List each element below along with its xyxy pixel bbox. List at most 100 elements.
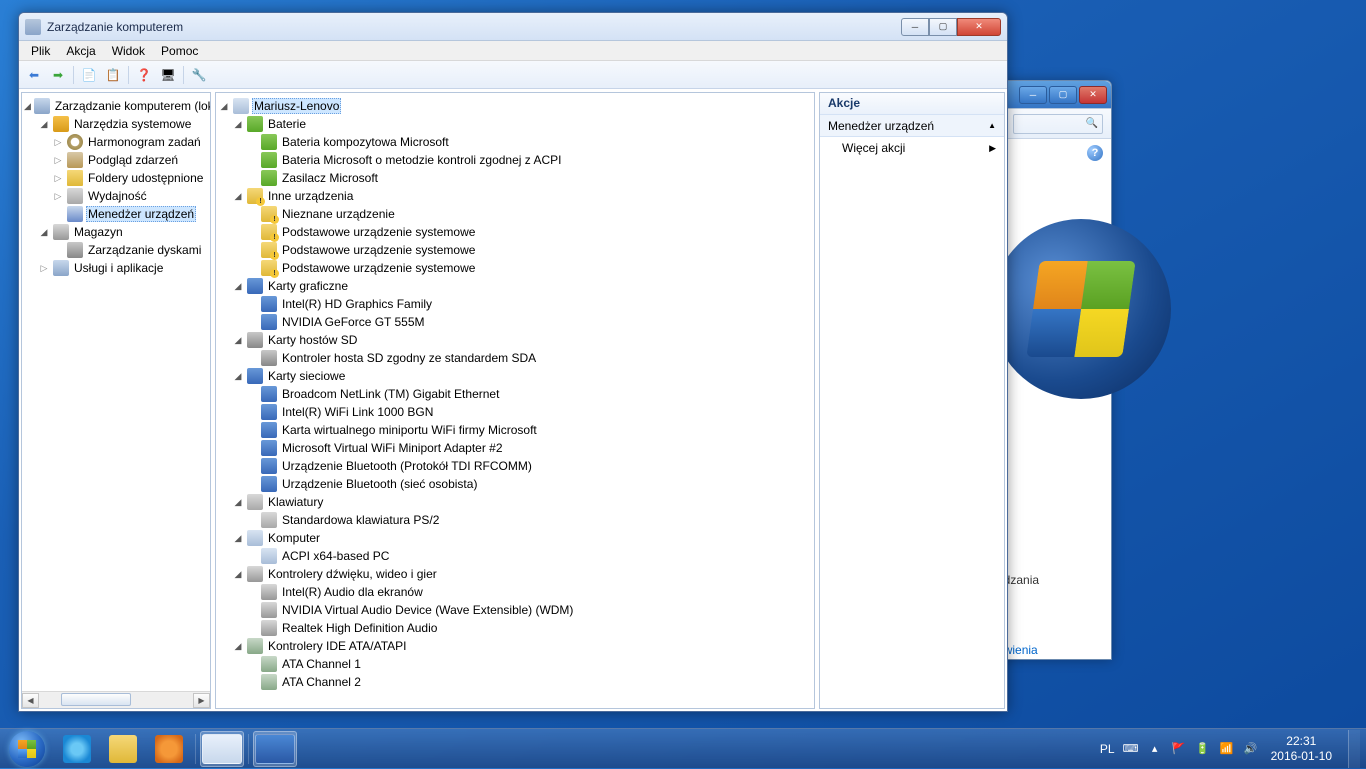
device-item[interactable]: Microsoft Virtual WiFi Miniport Adapter … <box>218 439 812 457</box>
compmgmt-icon <box>202 734 242 764</box>
taskbar[interactable]: PL ⌨ ▴ 🚩 🔋 📶 🔊 22:31 2016-01-10 <box>0 728 1366 768</box>
cat-other-devices[interactable]: Inne urządzenia <box>218 187 812 205</box>
window-titlebar[interactable]: Zarządzanie komputerem ─ ▢ ✕ <box>19 13 1007 41</box>
tree-event-viewer[interactable]: Podgląd zdarzeń <box>24 151 208 169</box>
device-item[interactable]: NVIDIA GeForce GT 555M <box>218 313 812 331</box>
device-item[interactable]: Bateria Microsoft o metodzie kontroli zg… <box>218 151 812 169</box>
cat-ide[interactable]: Kontrolery IDE ATA/ATAPI <box>218 637 812 655</box>
cat-keyboards[interactable]: Klawiatury <box>218 493 812 511</box>
actions-section-label: Menedżer urządzeń <box>828 119 934 133</box>
action-center-icon[interactable]: 🚩 <box>1171 741 1187 757</box>
device-item[interactable]: Podstawowe urządzenie systemowe <box>218 241 812 259</box>
window-title: Zarządzanie komputerem <box>47 20 901 34</box>
actions-more[interactable]: Więcej akcji ▶ <box>820 137 1004 159</box>
device-item[interactable]: Urządzenie Bluetooth (Protokół TDI RFCOM… <box>218 457 812 475</box>
console-tree-pane: Zarządzanie komputerem (lokalny) Narzędz… <box>21 92 211 709</box>
help-icon[interactable]: ? <box>1087 145 1103 161</box>
hscroll-right-button[interactable]: ▶ <box>193 693 210 708</box>
device-item[interactable]: Realtek High Definition Audio <box>218 619 812 637</box>
hscroll-left-button[interactable]: ◀ <box>22 693 39 708</box>
bg-close-button[interactable]: ✕ <box>1079 86 1107 104</box>
device-item[interactable]: Kontroler hosta SD zgodny ze standardem … <box>218 349 812 367</box>
taskbar-explorer[interactable] <box>101 731 145 767</box>
cat-audio[interactable]: Kontrolery dźwięku, wideo i gier <box>218 565 812 583</box>
taskbar-clock[interactable]: 22:31 2016-01-10 <box>1267 734 1336 764</box>
actions-header: Akcje <box>820 93 1004 115</box>
start-orb-icon <box>9 731 45 767</box>
actions-section[interactable]: Menedżer urządzeń ▲ <box>820 115 1004 137</box>
taskbar-wmp[interactable] <box>147 731 191 767</box>
start-button[interactable] <box>0 729 54 769</box>
device-item[interactable]: ATA Channel 1 <box>218 655 812 673</box>
up-button[interactable]: 📄 <box>78 64 100 86</box>
properties-button[interactable]: 📋 <box>102 64 124 86</box>
show-desktop-button[interactable] <box>1348 730 1360 768</box>
bg-search-box[interactable]: 🔍 <box>1013 114 1103 134</box>
left-pane-hscrollbar[interactable]: ◀ ▶ <box>22 691 210 708</box>
tree-root[interactable]: Zarządzanie komputerem (lokalny) <box>24 97 208 115</box>
tree-performance[interactable]: Wydajność <box>24 187 208 205</box>
device-item[interactable]: Intel(R) Audio dla ekranów <box>218 583 812 601</box>
device-item[interactable]: ATA Channel 2 <box>218 673 812 691</box>
device-item[interactable]: Broadcom NetLink (TM) Gigabit Ethernet <box>218 385 812 403</box>
control-panel-icon <box>255 734 295 764</box>
device-item[interactable]: ACPI x64-based PC <box>218 547 812 565</box>
cat-network-adapters[interactable]: Karty sieciowe <box>218 367 812 385</box>
device-item[interactable]: Podstawowe urządzenie systemowe <box>218 259 812 277</box>
minimize-button[interactable]: ─ <box>901 18 929 36</box>
tree-services-apps[interactable]: Usługi i aplikacje <box>24 259 208 277</box>
taskbar-ie[interactable] <box>55 731 99 767</box>
device-tree[interactable]: Mariusz-Lenovo Baterie Bateria kompozyto… <box>216 93 814 708</box>
tree-system-tools[interactable]: Narzędzia systemowe <box>24 115 208 133</box>
device-item[interactable]: Zasilacz Microsoft <box>218 169 812 187</box>
menu-bar: Plik Akcja Widok Pomoc <box>19 41 1007 61</box>
device-root[interactable]: Mariusz-Lenovo <box>218 97 812 115</box>
view-button[interactable]: 🖥 <box>157 64 179 86</box>
device-item[interactable]: Intel(R) HD Graphics Family <box>218 295 812 313</box>
close-button[interactable]: ✕ <box>957 18 1001 36</box>
device-item[interactable]: Bateria kompozytowa Microsoft <box>218 133 812 151</box>
clock-date: 2016-01-10 <box>1271 749 1332 764</box>
back-button[interactable]: ⬅ <box>23 64 45 86</box>
hscroll-thumb[interactable] <box>61 693 131 706</box>
cat-batteries[interactable]: Baterie <box>218 115 812 133</box>
tray-chevron-icon[interactable]: ▴ <box>1147 741 1163 757</box>
refresh-button[interactable]: 🔧 <box>188 64 210 86</box>
device-item[interactable]: Podstawowe urządzenie systemowe <box>218 223 812 241</box>
volume-tray-icon[interactable]: 🔊 <box>1243 741 1259 757</box>
device-item[interactable]: Urządzenie Bluetooth (sieć osobista) <box>218 475 812 493</box>
tree-shared-folders[interactable]: Foldery udostępnione <box>24 169 208 187</box>
language-indicator[interactable]: PL <box>1100 742 1115 756</box>
bg-maximize-button[interactable]: ▢ <box>1049 86 1077 104</box>
taskbar-control-panel[interactable] <box>253 731 297 767</box>
cat-computer[interactable]: Komputer <box>218 529 812 547</box>
forward-button[interactable]: ➡ <box>47 64 69 86</box>
device-item[interactable]: Karta wirtualnego miniportu WiFi firmy M… <box>218 421 812 439</box>
device-item[interactable]: NVIDIA Virtual Audio Device (Wave Extens… <box>218 601 812 619</box>
console-tree[interactable]: Zarządzanie komputerem (lokalny) Narzędz… <box>22 93 210 691</box>
cat-display-adapters[interactable]: Karty graficzne <box>218 277 812 295</box>
device-item[interactable]: Intel(R) WiFi Link 1000 BGN <box>218 403 812 421</box>
menu-file[interactable]: Plik <box>23 42 58 60</box>
network-tray-icon[interactable]: 📶 <box>1219 741 1235 757</box>
device-item[interactable]: Standardowa klawiatura PS/2 <box>218 511 812 529</box>
menu-action[interactable]: Akcja <box>58 42 103 60</box>
tree-device-manager[interactable]: Menedżer urządzeń <box>24 205 208 223</box>
help-button[interactable]: ❓ <box>133 64 155 86</box>
cat-sd-hosts[interactable]: Karty hostów SD <box>218 331 812 349</box>
clock-time: 22:31 <box>1271 734 1332 749</box>
tree-storage[interactable]: Magazyn <box>24 223 208 241</box>
app-icon <box>25 19 41 35</box>
tree-disk-management[interactable]: Zarządzanie dyskami <box>24 241 208 259</box>
maximize-button[interactable]: ▢ <box>929 18 957 36</box>
device-item[interactable]: Nieznane urządzenie <box>218 205 812 223</box>
bg-minimize-button[interactable]: ─ <box>1019 86 1047 104</box>
keyboard-tray-icon[interactable]: ⌨ <box>1123 741 1139 757</box>
menu-help[interactable]: Pomoc <box>153 42 206 60</box>
hscroll-track[interactable] <box>39 693 193 708</box>
battery-tray-icon[interactable]: 🔋 <box>1195 741 1211 757</box>
explorer-icon <box>109 735 137 763</box>
taskbar-compmgmt[interactable] <box>200 731 244 767</box>
tree-task-scheduler[interactable]: Harmonogram zadań <box>24 133 208 151</box>
menu-view[interactable]: Widok <box>104 42 153 60</box>
